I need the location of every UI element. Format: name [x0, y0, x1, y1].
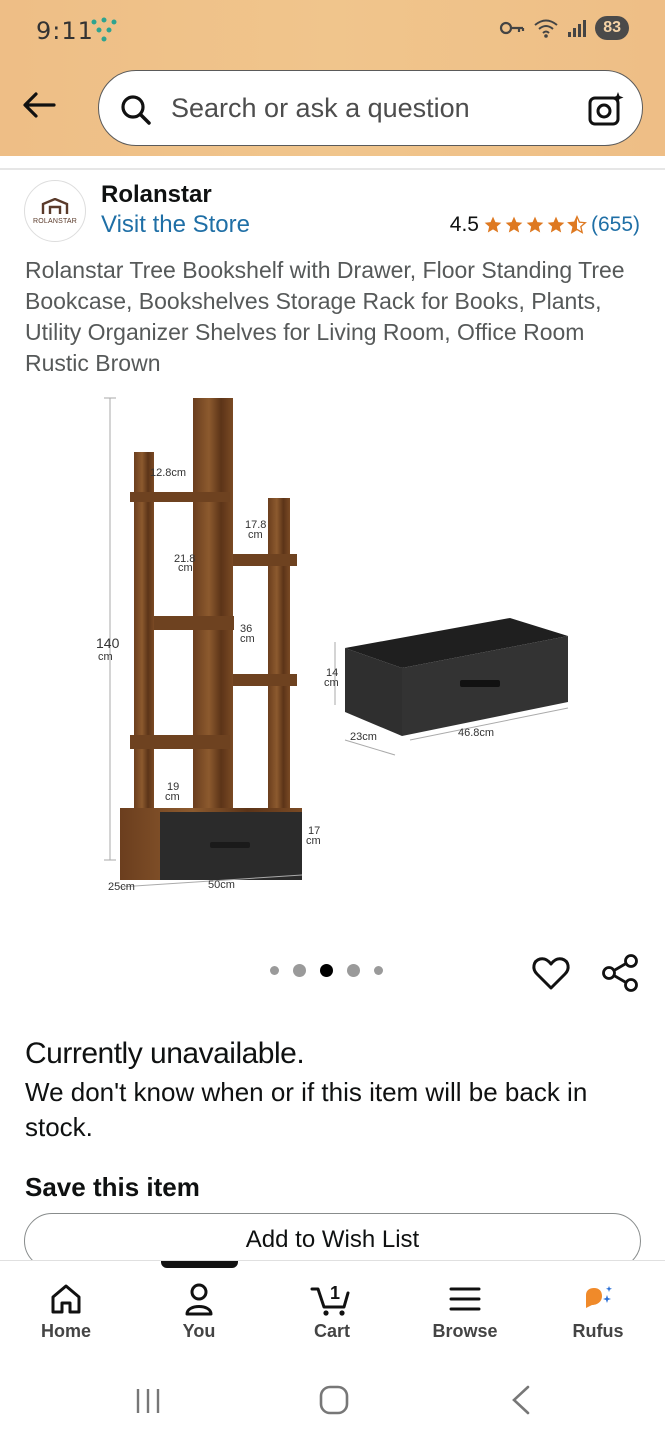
nav-rufus[interactable]: Rufus [548, 1281, 648, 1342]
search-header: Search or ask a question [0, 62, 665, 156]
status-bar: 9:11 83 [0, 0, 665, 62]
carousel-dot[interactable] [347, 964, 360, 977]
dim-drawer-height-unit: cm [324, 677, 339, 689]
rolanstar-logo-mark [41, 197, 69, 214]
status-time: 9:11 [36, 17, 94, 45]
bottom-nav: Home You 1 Cart Browse Rufus [0, 1260, 665, 1360]
half-star-icon [567, 215, 587, 234]
search-placeholder: Search or ask a question [171, 93, 470, 123]
brand-logo-text: ROLANSTAR [32, 217, 78, 225]
visit-store-link[interactable]: Visit the Store [101, 211, 250, 239]
battery-indicator: 83 [595, 16, 629, 40]
brand-name[interactable]: Rolanstar [101, 181, 212, 209]
star-rating [483, 215, 587, 235]
dim-height: 140 [96, 635, 120, 651]
back-button[interactable] [18, 84, 60, 126]
wifi-icon [534, 19, 558, 38]
dim-top-width: 12.8cm [150, 467, 186, 479]
app-notification-icon [90, 17, 118, 50]
star-icon [526, 216, 544, 233]
nav-rufus-label: Rufus [572, 1321, 624, 1341]
dim-base-width: 50cm [208, 879, 235, 891]
dim-base-depth: 25cm [108, 881, 135, 893]
image-carousel-dots[interactable] [270, 964, 383, 977]
rating-count: (655) [590, 213, 640, 236]
status-icons: 83 [499, 16, 629, 40]
system-nav-bar [0, 1360, 665, 1440]
star-icon [547, 216, 565, 233]
nav-you[interactable]: You [149, 1281, 249, 1342]
home-icon [51, 1284, 81, 1314]
nav-home[interactable]: Home [16, 1281, 116, 1342]
cart-icon: 1 [310, 1283, 350, 1316]
dim-height-unit: cm [98, 651, 113, 663]
vpn-key-icon [500, 21, 525, 35]
dim-shelf-gap-unit: cm [240, 633, 255, 645]
search-input[interactable]: Search or ask a question [98, 70, 643, 146]
star-icon [484, 216, 502, 233]
carousel-dot-active[interactable] [320, 964, 333, 977]
dim-bottom-gap-unit: cm [165, 791, 180, 803]
availability-description: We don't know when or if this item will … [25, 1077, 588, 1142]
recent-apps-icon[interactable] [133, 1386, 163, 1416]
share-icon[interactable] [600, 952, 642, 994]
dim-drawer-width: 46.8cm [458, 727, 494, 739]
save-item-heading: Save this item [25, 1172, 200, 1202]
nav-cart[interactable]: 1 Cart [282, 1281, 382, 1342]
rating-summary[interactable]: 4.5 (655) [450, 213, 640, 237]
star-icon [505, 216, 523, 233]
nav-home-label: Home [40, 1321, 91, 1341]
system-back-icon[interactable] [506, 1384, 536, 1416]
rufus-icon [586, 1286, 612, 1308]
back-arrow-icon [23, 92, 56, 118]
product-image[interactable]: 140 cm 12.8cm 17.8 cm 21.8 cm 36 cm 19 c… [90, 390, 590, 910]
cart-count-badge: 1 [330, 1283, 340, 1303]
availability-title: Currently unavailable. [25, 1037, 305, 1070]
brand-logo[interactable]: ROLANSTAR [24, 180, 86, 242]
camera-search-icon[interactable] [586, 89, 626, 129]
product-title: Rolanstar Tree Bookshelf with Drawer, Fl… [25, 257, 625, 376]
user-icon [185, 1283, 213, 1316]
signal-icon [568, 20, 587, 37]
nav-browse-label: Browse [432, 1321, 498, 1341]
active-tab-indicator [161, 1261, 238, 1268]
nav-you-label: You [182, 1321, 216, 1341]
dim-shelf-width-unit: cm [178, 562, 193, 574]
menu-icon [449, 1287, 481, 1311]
nav-browse[interactable]: Browse [415, 1281, 515, 1342]
heart-icon[interactable] [530, 952, 572, 994]
dim-shelf-depth-unit: cm [248, 529, 263, 541]
home-circle-icon[interactable] [318, 1384, 350, 1416]
carousel-dot[interactable] [270, 966, 279, 975]
search-icon [121, 95, 151, 125]
nav-cart-label: Cart [313, 1321, 350, 1341]
carousel-dot[interactable] [374, 966, 383, 975]
carousel-dot[interactable] [293, 964, 306, 977]
rating-value: 4.5 [449, 213, 479, 236]
dim-drawer-depth: 23cm [350, 731, 377, 743]
dim-base-height-unit: cm [306, 835, 321, 847]
header-divider [0, 168, 665, 170]
